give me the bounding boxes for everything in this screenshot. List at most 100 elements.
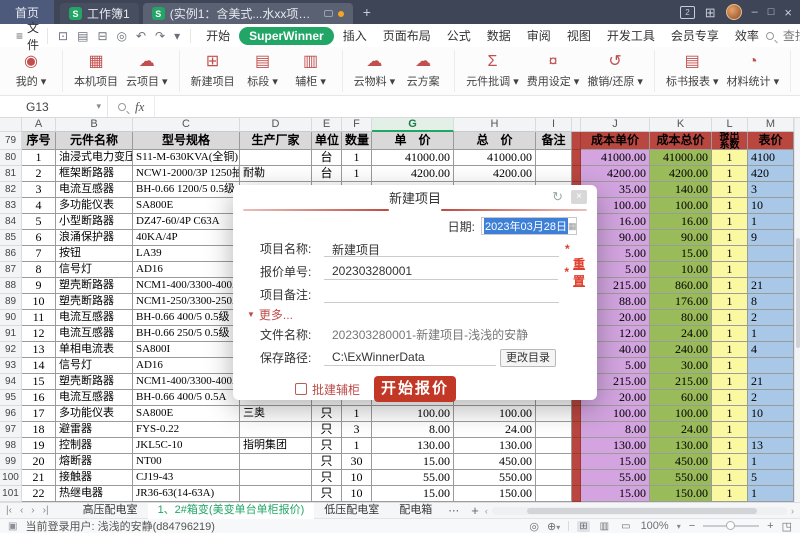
cell-j-100[interactable]: 55.00 bbox=[581, 470, 650, 486]
cell-h-96[interactable]: 100.00 bbox=[454, 406, 536, 422]
ribbon-new-project[interactable]: ⊞新建项目 bbox=[187, 53, 239, 89]
cell-k-95[interactable]: 60.00 bbox=[650, 390, 712, 406]
cell-m-84[interactable]: 1 bbox=[748, 214, 794, 230]
horizontal-scrollbar[interactable]: ‹ › bbox=[485, 506, 800, 516]
cell-k-90[interactable]: 80.00 bbox=[650, 310, 712, 326]
cell-k-93[interactable]: 30.00 bbox=[650, 358, 712, 374]
reset-link[interactable]: 重置 bbox=[573, 255, 597, 289]
column-letter-A[interactable]: A bbox=[22, 118, 56, 132]
cell-f-100[interactable]: 10 bbox=[342, 470, 372, 486]
cell-l-91[interactable]: 1 bbox=[712, 326, 748, 342]
menu-tab-公式[interactable]: 公式 bbox=[440, 25, 478, 46]
column-letter-F[interactable]: F bbox=[342, 118, 372, 132]
cell-k-81[interactable]: 4200.00 bbox=[650, 166, 712, 182]
cell-c-95[interactable]: BH-0.66 400/5 0.5A bbox=[133, 390, 240, 406]
cell-b-90[interactable]: 电流互感器 bbox=[56, 310, 133, 326]
cell-d-100[interactable] bbox=[240, 470, 312, 486]
redo-icon[interactable]: ↷ bbox=[155, 29, 165, 43]
cell-a-93[interactable]: 14 bbox=[22, 358, 56, 374]
cell-e-101[interactable]: 只 bbox=[312, 486, 342, 502]
cell-i-80[interactable] bbox=[536, 150, 572, 166]
cell-m-82[interactable]: 3 bbox=[748, 182, 794, 198]
save-path-input[interactable]: C:\ExWinnerData bbox=[324, 349, 496, 366]
cell-m-93[interactable] bbox=[748, 358, 794, 374]
export-pdf-icon[interactable]: ▤ bbox=[77, 29, 88, 43]
row-number[interactable]: 99 bbox=[0, 454, 22, 470]
cell-m-92[interactable]: 4 bbox=[748, 342, 794, 358]
batch-cabinet-checkbox[interactable] bbox=[295, 383, 307, 395]
cell-l-83[interactable]: 1 bbox=[712, 198, 748, 214]
add-sheet-icon[interactable]: + bbox=[465, 503, 485, 518]
menu-tab-会员专享[interactable]: 会员专享 bbox=[664, 25, 726, 46]
project-name-input[interactable]: 新建项目 bbox=[324, 240, 559, 257]
cell-c-98[interactable]: JKL5C-10 bbox=[133, 438, 240, 454]
row-number[interactable]: 96 bbox=[0, 406, 22, 422]
cell-c-80[interactable]: S11-M-630KVA(全铜) bbox=[133, 150, 240, 166]
cell-a-82[interactable]: 3 bbox=[22, 182, 56, 198]
cell-j-99[interactable]: 15.00 bbox=[581, 454, 650, 470]
project-remark-input[interactable] bbox=[324, 286, 559, 303]
cell-l-88[interactable]: 1 bbox=[712, 278, 748, 294]
row-number[interactable]: 93 bbox=[0, 358, 22, 374]
row-number[interactable]: 80 bbox=[0, 150, 22, 166]
cell-a-89[interactable]: 10 bbox=[22, 294, 56, 310]
column-letter-spacer[interactable] bbox=[572, 118, 581, 132]
cell-c-88[interactable]: NCM1-400/3300-400A bbox=[133, 278, 240, 294]
cell-b-95[interactable]: 电流互感器 bbox=[56, 390, 133, 406]
cell-f-98[interactable]: 1 bbox=[342, 438, 372, 454]
row-number[interactable]: 88 bbox=[0, 278, 22, 294]
scroll-left-icon[interactable]: ‹ bbox=[485, 506, 488, 516]
zoom-formula-icon[interactable] bbox=[118, 103, 126, 111]
zoom-out-icon[interactable]: − bbox=[689, 520, 695, 532]
cell-g-101[interactable]: 15.00 bbox=[372, 486, 454, 502]
cell-i-99[interactable] bbox=[536, 454, 572, 470]
cell-k-87[interactable]: 10.00 bbox=[650, 262, 712, 278]
zoom-slider[interactable] bbox=[703, 525, 759, 527]
cell-b-82[interactable]: 电流互感器 bbox=[56, 182, 133, 198]
hscroll-track[interactable] bbox=[492, 507, 787, 515]
cell-b-101[interactable]: 热继电器 bbox=[56, 486, 133, 502]
normal-view-icon[interactable]: ⊞ bbox=[577, 521, 589, 532]
select-all-corner[interactable] bbox=[0, 118, 22, 132]
column-letter-K[interactable]: K bbox=[650, 118, 712, 132]
cell-a-83[interactable]: 4 bbox=[22, 198, 56, 214]
vertical-scrollbar[interactable] bbox=[794, 118, 800, 502]
cell-l-87[interactable]: 1 bbox=[712, 262, 748, 278]
more-commands-icon[interactable]: ▾ bbox=[174, 29, 180, 43]
ribbon-material-statistics[interactable]: ◔材料统计 ▾ bbox=[723, 53, 784, 89]
sheet-tab-3[interactable]: 配电箱 bbox=[389, 503, 442, 519]
cell-f-81[interactable]: 1 bbox=[342, 166, 372, 182]
cell-m-85[interactable]: 9 bbox=[748, 230, 794, 246]
menu-tab-开始[interactable]: 开始 bbox=[199, 25, 237, 46]
cell-m-87[interactable] bbox=[748, 262, 794, 278]
cell-d-98[interactable]: 指明集团 bbox=[240, 438, 312, 454]
cell-b-91[interactable]: 电流互感器 bbox=[56, 326, 133, 342]
cell-f-99[interactable]: 30 bbox=[342, 454, 372, 470]
cell-k-97[interactable]: 24.00 bbox=[650, 422, 712, 438]
column-letter-J[interactable]: J bbox=[581, 118, 650, 132]
row-number[interactable]: 100 bbox=[0, 470, 22, 486]
column-letter-B[interactable]: B bbox=[56, 118, 133, 132]
cell-k-98[interactable]: 130.00 bbox=[650, 438, 712, 454]
cell-j-97[interactable]: 8.00 bbox=[581, 422, 650, 438]
cell-j-80[interactable]: 41000.00 bbox=[581, 150, 650, 166]
cell-d-97[interactable] bbox=[240, 422, 312, 438]
cell-m-96[interactable]: 10 bbox=[748, 406, 794, 422]
fx-icon[interactable]: fx bbox=[135, 99, 144, 115]
row-number[interactable]: 85 bbox=[0, 230, 22, 246]
cell-e-81[interactable]: 台 bbox=[312, 166, 342, 182]
cell-i-96[interactable] bbox=[536, 406, 572, 422]
cell-f-97[interactable]: 3 bbox=[342, 422, 372, 438]
cell-k-96[interactable]: 100.00 bbox=[650, 406, 712, 422]
cell-b-83[interactable]: 多功能仪表 bbox=[56, 198, 133, 214]
ribbon-bid-report[interactable]: ▤标书报表 ▾ bbox=[662, 53, 723, 89]
menu-tab-审阅[interactable]: 审阅 bbox=[520, 25, 558, 46]
cell-b-96[interactable]: 多功能仪表 bbox=[56, 406, 133, 422]
cell-g-81[interactable]: 4200.00 bbox=[372, 166, 454, 182]
cell-d-99[interactable] bbox=[240, 454, 312, 470]
cell-j-81[interactable]: 4200.00 bbox=[581, 166, 650, 182]
cell-c-93[interactable]: AD16 bbox=[133, 358, 240, 374]
avatar[interactable] bbox=[726, 4, 742, 20]
cell-a-101[interactable]: 22 bbox=[22, 486, 56, 502]
cell-l-89[interactable]: 1 bbox=[712, 294, 748, 310]
